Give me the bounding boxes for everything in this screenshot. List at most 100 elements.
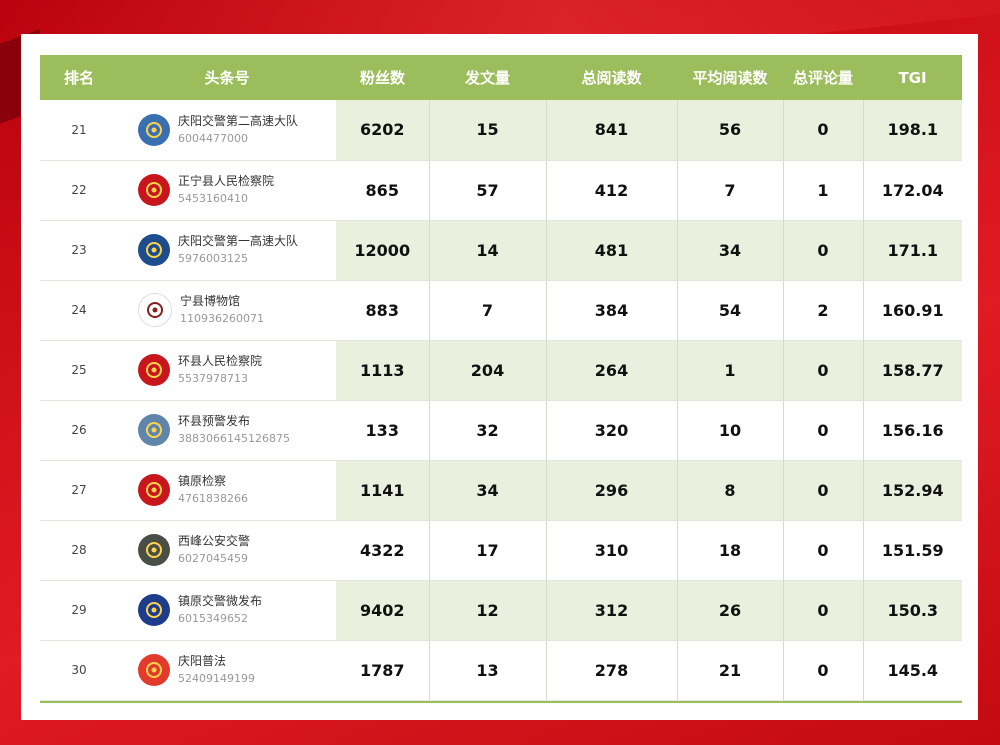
account-id: 5453160410	[178, 192, 248, 205]
total-reads-cell: 412	[546, 160, 678, 221]
rank-cell: 27	[40, 460, 118, 521]
tgi-cell: 145.4	[863, 640, 962, 701]
account-cell[interactable]: 宁县博物馆 110936260071	[118, 280, 336, 341]
posts-cell: 14	[429, 220, 547, 281]
avg-reads-cell: 1	[677, 340, 784, 401]
ranking-table: 排名 头条号 粉丝数 发文量 总阅读数 平均阅读数 总评论量 TGI 21 庆阳交…	[40, 55, 962, 701]
avg-reads-cell: 7	[677, 160, 784, 221]
table-row: 27 镇原检察 4761838266 1141 34 296 8 0 152.94	[40, 460, 962, 521]
table-row: 24 宁县博物馆 110936260071 883 7 384 54 2 160.91	[40, 280, 962, 341]
comments-cell: 0	[783, 640, 864, 701]
comments-cell: 0	[783, 100, 864, 161]
table-row: 25 环县人民检察院 5537978713 1113 204 264 1 0 158.77	[40, 340, 962, 401]
header-avg-reads: 平均阅读数	[677, 55, 783, 100]
account-name: 正宁县人民检察院	[178, 174, 275, 188]
fans-cell: 1787	[336, 640, 430, 701]
tgi-cell: 151.59	[863, 520, 962, 581]
account-cell[interactable]: 环县人民检察院 5537978713	[118, 340, 336, 401]
tgi-cell: 160.91	[863, 280, 962, 341]
ranking-panel: 排名 头条号 粉丝数 发文量 总阅读数 平均阅读数 总评论量 TGI 21 庆阳交…	[21, 34, 978, 720]
table-row: 26 环县预警发布 3883066145126875 133 32 320 10 0 156.1…	[40, 400, 962, 461]
rank-cell: 26	[40, 400, 118, 461]
national-emblem-icon	[138, 474, 170, 506]
total-reads-cell: 384	[546, 280, 678, 341]
museum-logo-icon	[138, 293, 172, 327]
header-comments: 总评论量	[783, 55, 863, 100]
account-name: 宁县博物馆	[180, 294, 241, 308]
account-id: 5537978713	[178, 372, 248, 385]
posts-cell: 7	[429, 280, 547, 341]
tgi-cell: 198.1	[863, 100, 962, 161]
police-badge-icon	[138, 234, 170, 266]
comments-cell: 0	[783, 580, 864, 641]
weather-photo-icon	[138, 414, 170, 446]
posts-cell: 57	[429, 160, 547, 221]
comments-cell: 0	[783, 520, 864, 581]
posts-cell: 32	[429, 400, 547, 461]
account-id: 6015349652	[178, 612, 248, 625]
avg-reads-cell: 54	[677, 280, 784, 341]
account-cell[interactable]: 环县预警发布 3883066145126875	[118, 400, 336, 461]
total-reads-cell: 320	[546, 400, 678, 461]
account-name: 镇原检察	[178, 474, 227, 488]
posts-cell: 13	[429, 640, 547, 701]
rank-cell: 22	[40, 160, 118, 221]
comments-cell: 0	[783, 340, 864, 401]
posts-cell: 12	[429, 580, 547, 641]
total-reads-cell: 312	[546, 580, 678, 641]
table-row: 21 庆阳交警第二高速大队 6004477000 6202 15 841 56 0 198.1	[40, 100, 962, 161]
comments-cell: 1	[783, 160, 864, 221]
fans-cell: 1113	[336, 340, 430, 401]
account-cell[interactable]: 正宁县人民检察院 5453160410	[118, 160, 336, 221]
police-badge-icon	[138, 594, 170, 626]
header-posts: 发文量	[429, 55, 546, 100]
header-rank: 排名	[40, 55, 118, 100]
account-cell[interactable]: 庆阳交警第二高速大队 6004477000	[118, 100, 336, 161]
account-cell[interactable]: 镇原检察 4761838266	[118, 460, 336, 521]
rank-cell: 21	[40, 100, 118, 161]
avg-reads-cell: 18	[677, 520, 784, 581]
total-reads-cell: 278	[546, 640, 678, 701]
tgi-cell: 150.3	[863, 580, 962, 641]
rank-cell: 28	[40, 520, 118, 581]
account-id: 52409149199	[178, 672, 255, 685]
avg-reads-cell: 8	[677, 460, 784, 521]
national-emblem-icon	[138, 354, 170, 386]
comments-cell: 2	[783, 280, 864, 341]
rank-cell: 25	[40, 340, 118, 401]
header-tgi: TGI	[863, 55, 962, 100]
tgi-cell: 172.04	[863, 160, 962, 221]
fans-cell: 865	[336, 160, 430, 221]
law-logo-icon	[138, 654, 170, 686]
account-id: 5976003125	[178, 252, 248, 265]
tgi-cell: 171.1	[863, 220, 962, 281]
posts-cell: 15	[429, 100, 547, 161]
account-cell[interactable]: 庆阳普法 52409149199	[118, 640, 336, 701]
account-cell[interactable]: 庆阳交警第一高速大队 5976003125	[118, 220, 336, 281]
total-reads-cell: 264	[546, 340, 678, 401]
rank-cell: 23	[40, 220, 118, 281]
fans-cell: 4322	[336, 520, 430, 581]
comments-cell: 0	[783, 400, 864, 461]
fans-cell: 12000	[336, 220, 430, 281]
account-cell[interactable]: 镇原交警微发布 6015349652	[118, 580, 336, 641]
comments-cell: 0	[783, 220, 864, 281]
table-bottom-border	[40, 701, 962, 703]
table-row: 22 正宁县人民检察院 5453160410 865 57 412 7 1 172.04	[40, 160, 962, 221]
total-reads-cell: 310	[546, 520, 678, 581]
rank-cell: 29	[40, 580, 118, 641]
table-row: 29 镇原交警微发布 6015349652 9402 12 312 26 0 150.3	[40, 580, 962, 641]
tgi-cell: 156.16	[863, 400, 962, 461]
account-cell[interactable]: 西峰公安交警 6027045459	[118, 520, 336, 581]
header-account: 头条号	[118, 55, 336, 100]
account-id: 4761838266	[178, 492, 248, 505]
fans-cell: 133	[336, 400, 430, 461]
police-badge-icon	[138, 113, 170, 146]
tgi-cell: 152.94	[863, 460, 962, 521]
account-id: 3883066145126875	[178, 432, 290, 445]
posts-cell: 204	[429, 340, 547, 401]
avg-reads-cell: 10	[677, 400, 784, 461]
account-name: 西峰公安交警	[178, 534, 251, 548]
total-reads-cell: 481	[546, 220, 678, 281]
table-row: 28 西峰公安交警 6027045459 4322 17 310 18 0 151.59	[40, 520, 962, 581]
